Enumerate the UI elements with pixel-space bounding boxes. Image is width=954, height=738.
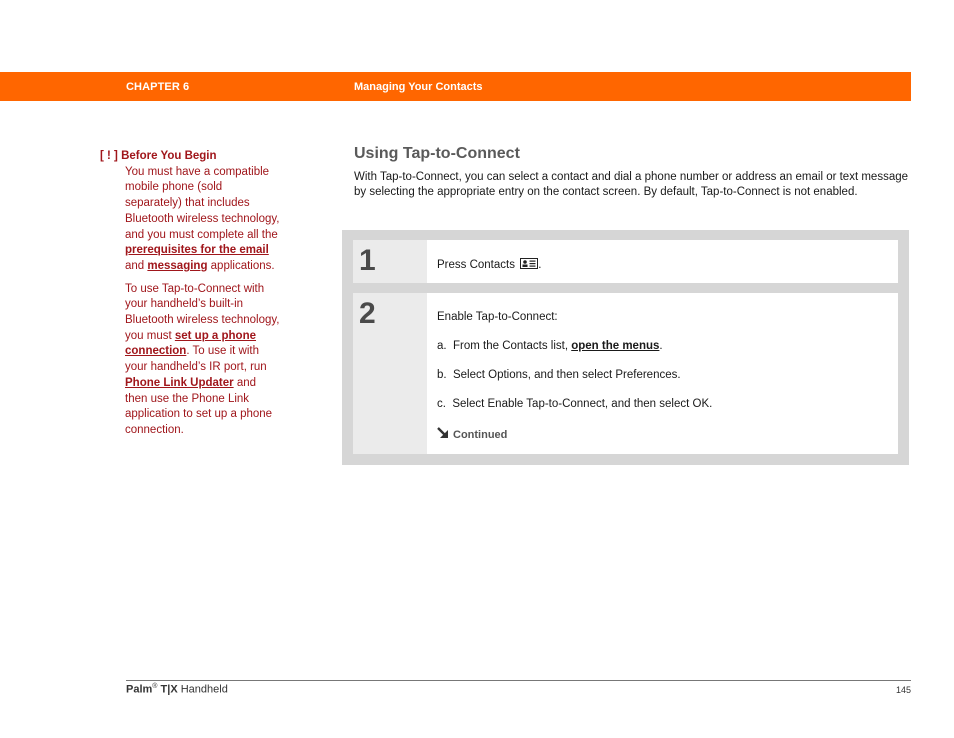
chapter-label: CHAPTER 6 bbox=[126, 81, 190, 93]
footer-product: Palm® T|X Handheld bbox=[126, 683, 228, 696]
step-text: Enable Tap-to-Connect: bbox=[437, 311, 558, 323]
step-number: 2 bbox=[353, 293, 427, 454]
footer-product-name: Handheld bbox=[180, 683, 228, 696]
phone-link-updater-link[interactable]: Phone Link Updater bbox=[125, 377, 234, 389]
step-suffix: . bbox=[538, 259, 542, 271]
para-text: applications. bbox=[207, 259, 275, 272]
substep-label: c. bbox=[437, 398, 446, 410]
step-text: Press Contacts bbox=[437, 259, 515, 271]
substep-b: b. Select Options, and then select Prefe… bbox=[437, 369, 898, 398]
steps-box: 1 Press Contacts . 2 Enable Tap-to-Conne… bbox=[342, 230, 909, 465]
substep-label: a. bbox=[437, 340, 447, 352]
section-title: Using Tap-to-Connect bbox=[354, 145, 520, 162]
note-title: Before You Begin bbox=[121, 150, 217, 162]
sidebar-paragraph-phone-connection: To use Tap-to-Connect with your handheld… bbox=[125, 282, 280, 439]
substep-text: Select Options, and then select Preferen… bbox=[452, 369, 681, 381]
footer-model: T|X bbox=[160, 683, 178, 696]
footer-divider bbox=[126, 680, 911, 681]
before-you-begin-sidebar: [ ! ] Before You Begin You must have a c… bbox=[100, 149, 280, 439]
step-1: 1 Press Contacts . bbox=[353, 240, 898, 283]
footer-brand: Palm bbox=[126, 683, 153, 696]
page-number: 145 bbox=[896, 685, 912, 695]
para-text: and bbox=[125, 259, 148, 272]
continued-link[interactable]: Continued bbox=[437, 427, 898, 442]
open-the-menus-link[interactable]: open the menus bbox=[571, 340, 659, 352]
step-number: 1 bbox=[353, 240, 427, 283]
arrow-down-right-icon bbox=[437, 427, 450, 442]
section-intro: With Tap-to-Connect, you can select a co… bbox=[354, 171, 909, 198]
step-body: Enable Tap-to-Connect: a. From the Conta… bbox=[427, 293, 898, 454]
para-text: You must have a compatible mobile phone … bbox=[125, 165, 280, 241]
chapter-title: Managing Your Contacts bbox=[354, 81, 483, 93]
note-heading: [ ! ] Before You Begin bbox=[100, 149, 280, 165]
prerequisites-email-link[interactable]: prerequisites for the email bbox=[125, 244, 269, 256]
substep-text: Select Enable Tap-to-Connect, and then s… bbox=[452, 398, 713, 410]
substep-label: b. bbox=[437, 369, 447, 381]
substep-text: . bbox=[659, 340, 663, 352]
substep-c: c. Select Enable Tap-to-Connect, and the… bbox=[437, 398, 898, 427]
messaging-link[interactable]: messaging bbox=[147, 260, 207, 272]
step-body: Press Contacts . bbox=[427, 240, 898, 283]
substep-a: a. From the Contacts list, open the menu… bbox=[437, 340, 898, 369]
contacts-icon bbox=[520, 258, 539, 272]
sidebar-paragraph-prerequisites: You must have a compatible mobile phone … bbox=[125, 165, 280, 275]
important-icon: [ ! ] bbox=[100, 150, 118, 162]
step-2: 2 Enable Tap-to-Connect: a. From the Con… bbox=[353, 293, 898, 454]
registered-mark: ® bbox=[152, 683, 158, 690]
substep-text: From the Contacts list, bbox=[452, 340, 572, 352]
continued-label: Continued bbox=[453, 428, 508, 441]
